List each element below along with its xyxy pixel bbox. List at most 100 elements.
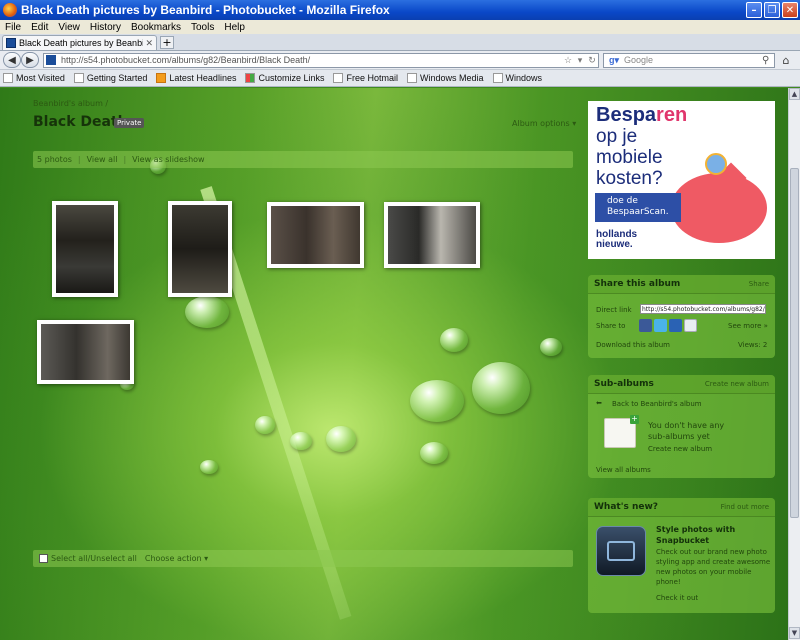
download-album-link[interactable]: Download this album — [596, 341, 670, 349]
whats-new-header: What's new? Find out more — [588, 498, 775, 517]
vertical-scrollbar[interactable]: ▲ ▼ — [788, 88, 800, 640]
photobucket-favicon-icon — [6, 38, 16, 48]
scrollbar-thumb[interactable] — [790, 168, 799, 518]
photo-image[interactable] — [388, 206, 476, 264]
close-button[interactable]: ✕ — [782, 2, 798, 18]
bookmark-customize-links[interactable]: Customize Links — [245, 73, 330, 83]
select-all-checkbox[interactable] — [39, 554, 48, 563]
camera-icon — [607, 541, 635, 561]
bookmark-latest-headlines[interactable]: Latest Headlines — [156, 73, 242, 83]
subalbums-panel: Sub-albums Create new album ⬅ Back to Be… — [588, 375, 775, 478]
whats-new-panel: What's new? Find out more Style photos w… — [588, 498, 775, 613]
reload-icon[interactable]: ↻ — [586, 55, 598, 66]
dropdown-arrow-icon[interactable]: ▾ — [574, 55, 586, 66]
menu-help[interactable]: Help — [219, 22, 250, 33]
promo-body: phone! — [656, 578, 681, 586]
whats-new-title: What's new? — [594, 502, 659, 512]
view-all-albums-link[interactable]: View all albums — [596, 466, 651, 474]
tab-close-icon[interactable]: ✕ — [145, 38, 153, 49]
bookmarks-toolbar: Most Visited Getting Started Latest Head… — [0, 70, 800, 87]
photo-thumbnail[interactable] — [37, 320, 134, 384]
facebook-icon[interactable] — [639, 319, 652, 332]
bookmark-free-hotmail[interactable]: Free Hotmail — [333, 73, 404, 83]
back-to-album-link[interactable]: Back to Beanbird's album — [612, 400, 702, 408]
page-icon — [333, 73, 344, 83]
myspace-icon[interactable] — [669, 319, 682, 332]
promo-body: styling app and create awesome — [656, 558, 771, 566]
menu-tools[interactable]: Tools — [186, 22, 219, 33]
menu-history[interactable]: History — [85, 22, 126, 33]
site-identity-icon[interactable] — [46, 55, 56, 65]
bookmark-label: Windows — [505, 73, 543, 83]
breadcrumb[interactable]: Beanbird's album / — [33, 99, 108, 108]
menu-bar: File Edit View History Bookmarks Tools H… — [0, 20, 800, 34]
google-engine-icon[interactable]: g▾ — [604, 55, 624, 66]
menu-bookmarks[interactable]: Bookmarks — [126, 22, 186, 33]
search-bar[interactable]: g▾ Google ⚲ — [603, 52, 775, 68]
bookmark-label: Latest Headlines — [169, 73, 237, 83]
promo-body: new photos on your mobile — [656, 568, 752, 576]
bookmark-most-visited[interactable]: Most Visited — [3, 73, 71, 83]
tab-photobucket[interactable]: Black Death pictures by Beanbird - P... … — [2, 35, 157, 50]
snapbucket-app-icon[interactable] — [596, 526, 646, 576]
bookmark-windows-media[interactable]: Windows Media — [407, 73, 490, 83]
new-tab-button[interactable]: + — [160, 36, 174, 49]
photo-thumbnail[interactable] — [168, 201, 232, 297]
direct-link-field[interactable]: http://s54.photobucket.com/albums/g82/Be — [640, 304, 766, 314]
scroll-up-arrow-icon[interactable]: ▲ — [789, 88, 800, 100]
find-out-more-link[interactable]: Find out more — [721, 503, 769, 511]
home-icon[interactable]: ⌂ — [779, 53, 793, 67]
search-icon[interactable]: ⚲ — [762, 55, 774, 66]
share-link[interactable]: Share — [749, 280, 769, 288]
photo-image[interactable] — [172, 205, 228, 293]
piggy-bank-icon — [671, 173, 767, 243]
share-panel-title: Share this album — [594, 279, 681, 289]
photo-image[interactable] — [41, 324, 130, 380]
share-panel: Share this album Share Direct link http:… — [588, 275, 775, 358]
email-icon[interactable] — [684, 319, 697, 332]
photo-thumbnail[interactable] — [52, 201, 118, 297]
photo-thumbnail[interactable] — [384, 202, 480, 268]
menu-view[interactable]: View — [53, 22, 85, 33]
ad-text: op je — [596, 126, 638, 147]
scroll-down-arrow-icon[interactable]: ▼ — [789, 627, 800, 639]
bookmark-label: Most Visited — [16, 73, 65, 83]
maximize-button[interactable]: ❐ — [764, 2, 780, 18]
url-text[interactable]: http://s54.photobucket.com/albums/g82/Be… — [61, 55, 562, 65]
bookmark-windows[interactable]: Windows — [492, 73, 549, 83]
selection-bar: Select all/Unselect all Choose action ▾ — [33, 550, 573, 567]
twitter-icon[interactable] — [654, 319, 667, 332]
tab-bar: Black Death pictures by Beanbird - P... … — [0, 34, 800, 51]
page-icon — [73, 73, 84, 83]
view-all-link[interactable]: View all — [87, 155, 118, 164]
slideshow-link[interactable]: View as slideshow — [132, 155, 204, 164]
minimize-button[interactable]: – — [746, 2, 762, 18]
search-input[interactable]: Google — [624, 55, 762, 65]
back-arrow-icon[interactable]: ⬅ — [596, 399, 602, 407]
water-drop — [255, 416, 275, 434]
photo-thumbnail[interactable] — [267, 202, 364, 268]
menu-file[interactable]: File — [0, 22, 26, 33]
ad-brand-text: nieuwe. — [596, 239, 633, 250]
empty-message: You don't have any — [648, 421, 725, 430]
create-album-button[interactable]: Create new album — [648, 445, 712, 453]
bookmark-getting-started[interactable]: Getting Started — [73, 73, 154, 83]
create-album-link[interactable]: Create new album — [705, 380, 769, 388]
see-more-link[interactable]: See more » — [728, 322, 768, 330]
ad-cta-button[interactable]: doe de BespaarScan. — [595, 193, 681, 222]
menu-edit[interactable]: Edit — [26, 22, 53, 33]
bookmarks-folder-icon — [3, 73, 13, 83]
forward-button[interactable]: ▶ — [21, 52, 39, 68]
firefox-icon — [3, 3, 17, 17]
choose-action-menu[interactable]: Choose action ▾ — [145, 554, 208, 563]
photo-image[interactable] — [56, 205, 114, 293]
back-button[interactable]: ◀ — [3, 52, 21, 68]
album-options-menu[interactable]: Album options ▾ — [512, 119, 576, 128]
select-all-label[interactable]: Select all/Unselect all — [51, 554, 137, 563]
advertisement-banner[interactable]: Besparen op je mobiele kosten? doe de Be… — [588, 101, 775, 259]
check-it-out-link[interactable]: Check it out — [656, 594, 698, 602]
album-info-bar: 5 photos | View all | View as slideshow — [33, 151, 573, 168]
photo-image[interactable] — [271, 206, 360, 264]
bookmark-star-icon[interactable]: ☆ — [562, 55, 574, 66]
address-bar[interactable]: http://s54.photobucket.com/albums/g82/Be… — [43, 52, 599, 68]
